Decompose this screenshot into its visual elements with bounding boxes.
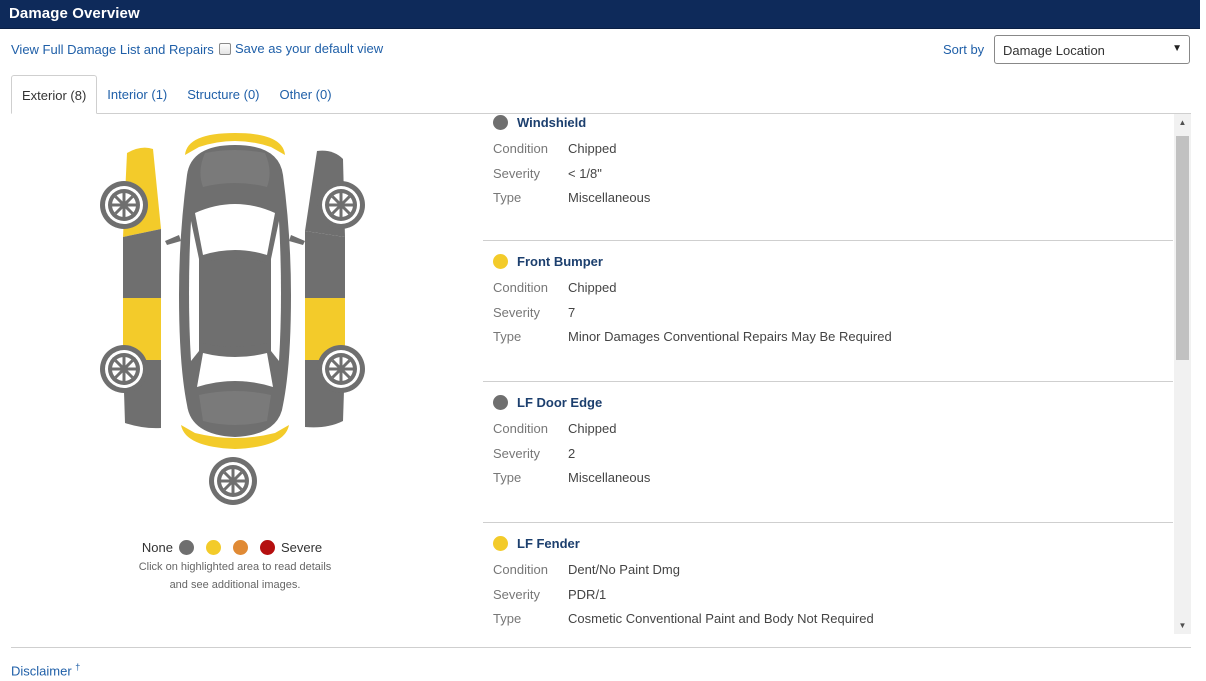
damage-field-label: Type xyxy=(493,470,522,485)
damage-item[interactable]: LF Fender Condition Dent/No Paint Dmg Sever… xyxy=(483,523,1173,634)
damage-field-value: 2 xyxy=(568,445,576,461)
windshield-panel[interactable] xyxy=(195,204,275,255)
damage-field-row: Severity 2 xyxy=(493,446,575,461)
damage-field-value: Miscellaneous xyxy=(568,470,651,485)
damage-field-row: Condition Chipped xyxy=(493,280,616,295)
disclaimer-text: Disclaimer xyxy=(11,663,72,679)
legend-severe-dot xyxy=(259,540,275,555)
damage-field-label: Type xyxy=(493,329,522,344)
damage-field-value: Miscellaneous xyxy=(568,190,651,205)
save-default-label: Save as your default view xyxy=(235,41,384,56)
lf-wheel-icon[interactable] xyxy=(98,179,150,231)
damage-list-scrollbar[interactable]: ▲ ▼ xyxy=(1174,114,1191,634)
severity-dot-icon xyxy=(493,254,508,269)
title-bar: Damage Overview xyxy=(0,0,1200,29)
lf-door-panel[interactable] xyxy=(123,229,161,298)
damage-field-value: Minor Damages Conventional Repairs May B… xyxy=(568,329,892,344)
damage-field-row: Type Miscellaneous xyxy=(493,190,650,205)
damage-list: Windshield Condition Chipped Severity < 1/8"… xyxy=(483,114,1173,634)
rf-wheel-icon[interactable] xyxy=(315,179,367,231)
damage-list-panel[interactable]: Windshield Condition Chipped Severity < 1/8"… xyxy=(483,114,1191,634)
severity-dot-icon xyxy=(493,395,508,410)
severity-dot-icon xyxy=(493,536,508,551)
legend-none-label: None xyxy=(141,540,173,555)
page-title: Damage Overview xyxy=(9,5,140,22)
legend-note-line-1: Click on highlighted area to read detail… xyxy=(138,561,332,573)
damage-field-row: Condition Chipped xyxy=(493,421,616,436)
sort-by-label: Sort by xyxy=(943,42,985,57)
legend-minor-dot xyxy=(205,540,221,555)
damage-item-header: Front Bumper xyxy=(493,254,603,269)
damage-item-header: Windshield xyxy=(493,115,586,130)
damage-field-label: Type xyxy=(493,611,522,626)
damage-field-value: PDR/1 xyxy=(568,586,607,602)
damage-item-header: LF Door Edge xyxy=(493,395,602,410)
damage-field-label: Condition xyxy=(493,421,548,436)
damage-field-row: Type Miscellaneous xyxy=(493,470,650,485)
damage-field-value: Chipped xyxy=(568,280,617,295)
rf-door-panel[interactable] xyxy=(305,231,345,298)
save-default-checkbox[interactable] xyxy=(219,42,231,55)
damage-item[interactable]: Front Bumper Condition Chipped Severity 7 Typ… xyxy=(483,241,1173,382)
damage-field-value: 7 xyxy=(568,304,576,320)
sort-by-value: Damage Location xyxy=(1003,43,1105,58)
damage-field-label: Type xyxy=(493,190,522,205)
rr-wheel-icon[interactable] xyxy=(315,343,367,395)
legend-note: Click on highlighted area to read detail… xyxy=(0,558,470,594)
spare-wheel-icon[interactable] xyxy=(207,455,259,507)
damage-field-row: Severity < 1/8" xyxy=(493,166,602,181)
tab-other[interactable]: Other (0) xyxy=(270,75,342,114)
damage-field-row: Type Cosmetic Conventional Paint and Body… xyxy=(493,611,874,626)
damage-field-label: Severity xyxy=(493,445,540,461)
damage-field-row: Severity 7 xyxy=(493,305,575,320)
legend-note-line-2: and see additional images. xyxy=(169,579,301,591)
damage-field-label: Condition xyxy=(493,562,548,577)
view-full-damage-list-link[interactable]: View Full Damage List and Repairs xyxy=(11,42,214,57)
severity-legend: None Severe Click on highlighted area to… xyxy=(0,540,470,594)
damage-field-label: Severity xyxy=(493,165,540,181)
damage-field-label: Condition xyxy=(493,280,548,295)
damage-field-row: Type Minor Damages Conventional Repairs M… xyxy=(493,329,892,344)
vehicle-damage-diagram[interactable] xyxy=(95,125,375,515)
damage-field-value: < 1/8" xyxy=(568,165,602,181)
damage-item-name[interactable]: LF Door Edge xyxy=(517,395,602,410)
damage-item-name[interactable]: LF Fender xyxy=(517,536,580,551)
disclaimer-link[interactable]: Disclaimer † xyxy=(11,662,80,678)
damage-field-value: Dent/No Paint Dmg xyxy=(568,562,680,577)
damage-field-label: Severity xyxy=(493,304,540,320)
lr-wheel-icon[interactable] xyxy=(98,343,150,395)
tab-structure[interactable]: Structure (0) xyxy=(177,75,269,114)
legend-severe-label: Severe xyxy=(280,540,323,555)
footer-divider xyxy=(11,647,1191,648)
damage-field-label: Severity xyxy=(493,586,540,602)
damage-field-label: Condition xyxy=(493,141,548,156)
damage-field-value: Chipped xyxy=(568,141,617,156)
sort-by-select[interactable]: Damage Location ▼ xyxy=(994,35,1190,64)
scrollbar-thumb[interactable] xyxy=(1176,136,1189,360)
legend-none-dot xyxy=(178,540,194,555)
damage-category-tabs: Exterior (8) Interior (1) Structure (0) … xyxy=(11,75,342,114)
scroll-down-icon[interactable]: ▼ xyxy=(1174,617,1191,634)
dropdown-arrow-icon: ▼ xyxy=(1172,43,1182,54)
damage-item[interactable]: LF Door Edge Condition Chipped Severity 2 Typ… xyxy=(483,382,1173,523)
damage-field-value: Chipped xyxy=(568,421,617,436)
tab-interior[interactable]: Interior (1) xyxy=(97,75,177,114)
save-default-view-toggle[interactable]: Save as your default view xyxy=(219,41,383,56)
damage-item[interactable]: Windshield Condition Chipped Severity < 1/8"… xyxy=(483,114,1173,241)
damage-item-header: LF Fender xyxy=(493,536,580,551)
damage-item-name[interactable]: Front Bumper xyxy=(517,254,603,269)
legend-moderate-dot xyxy=(232,540,248,555)
disclaimer-mark: † xyxy=(75,662,81,672)
damage-item-name[interactable]: Windshield xyxy=(517,115,586,130)
damage-field-row: Condition Dent/No Paint Dmg xyxy=(493,562,680,577)
damage-field-row: Condition Chipped xyxy=(493,141,616,156)
severity-dot-icon xyxy=(493,115,508,130)
damage-field-value: Cosmetic Conventional Paint and Body Not… xyxy=(568,611,874,626)
tab-exterior[interactable]: Exterior (8) xyxy=(11,75,98,114)
damage-field-row: Severity PDR/1 xyxy=(493,587,606,602)
scroll-up-icon[interactable]: ▲ xyxy=(1174,114,1191,131)
